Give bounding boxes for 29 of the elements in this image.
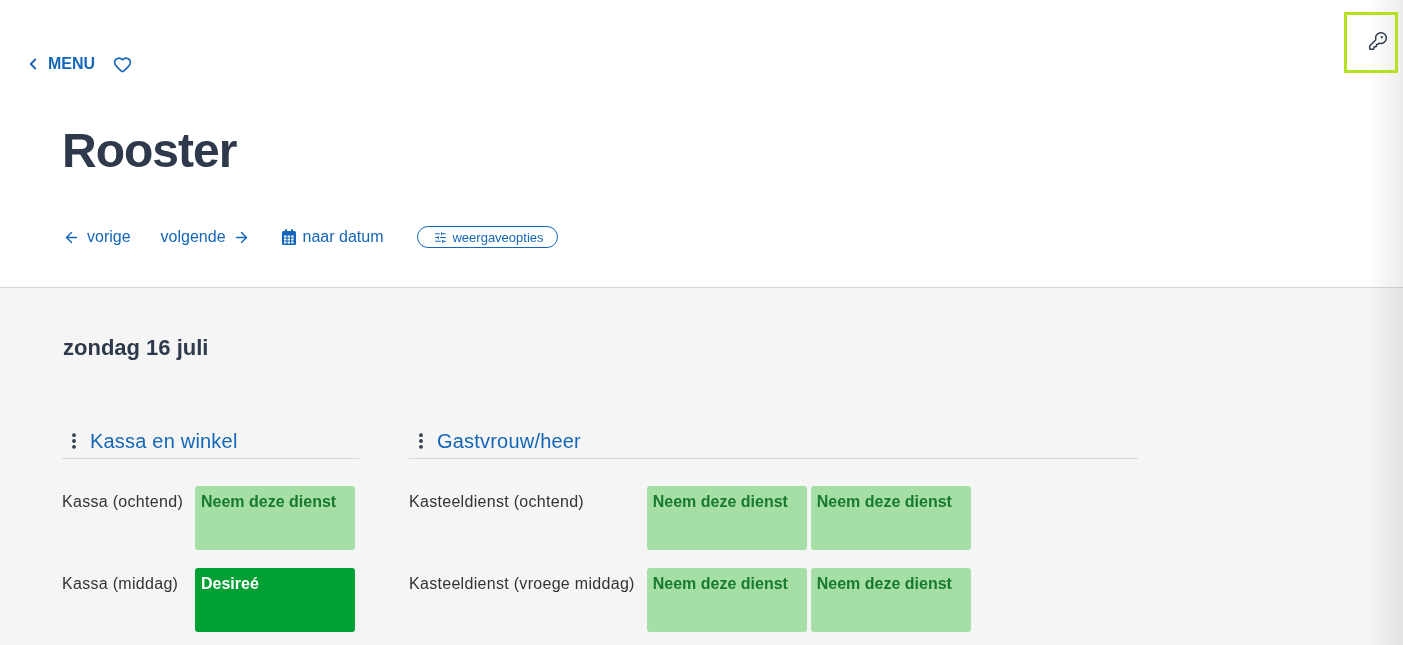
take-shift-button[interactable]: Neem deze dienst [646,486,807,550]
shift-row-label: Kassa (middag) [62,575,180,593]
menu-label: MENU [48,55,96,73]
link-label: vorige [87,228,131,246]
key-button[interactable] [1344,12,1398,73]
calendar-icon [281,229,296,245]
link-label: naar datum [302,228,384,246]
shift-row-label: Kasteeldienst (vroege middag) [409,575,635,593]
assigned-shift[interactable]: Desireé [195,568,355,632]
shift-row-label: Kasteeldienst (ochtend) [409,493,585,511]
shift-row-label: Kassa (ochtend) [62,493,183,511]
menu-link[interactable]: MENU [24,55,96,73]
page-title: Rooster [62,125,237,177]
button-label: weergaveopties [452,229,544,245]
group-title-link[interactable]: Kassa en winkel [90,429,238,453]
sliders-icon [434,230,448,244]
previous-link[interactable]: vorige [63,228,131,246]
take-shift-button[interactable]: Neem deze dienst [195,486,355,550]
take-shift-button[interactable]: Neem deze dienst [646,568,807,632]
key-icon [1368,30,1388,51]
group-title-link[interactable]: Gastvrouw/heer [437,429,581,453]
take-shift-button[interactable]: Neem deze dienst [810,568,971,632]
next-link[interactable]: volgende [160,228,250,246]
take-shift-button[interactable]: Neem deze dienst [810,486,971,550]
day-title: zondag 16 juli [63,334,209,362]
link-label: volgende [160,228,226,246]
heart-icon[interactable] [113,54,133,74]
go-to-date-link[interactable]: naar datum [281,228,384,246]
display-options-button[interactable]: weergaveopties [417,226,558,248]
